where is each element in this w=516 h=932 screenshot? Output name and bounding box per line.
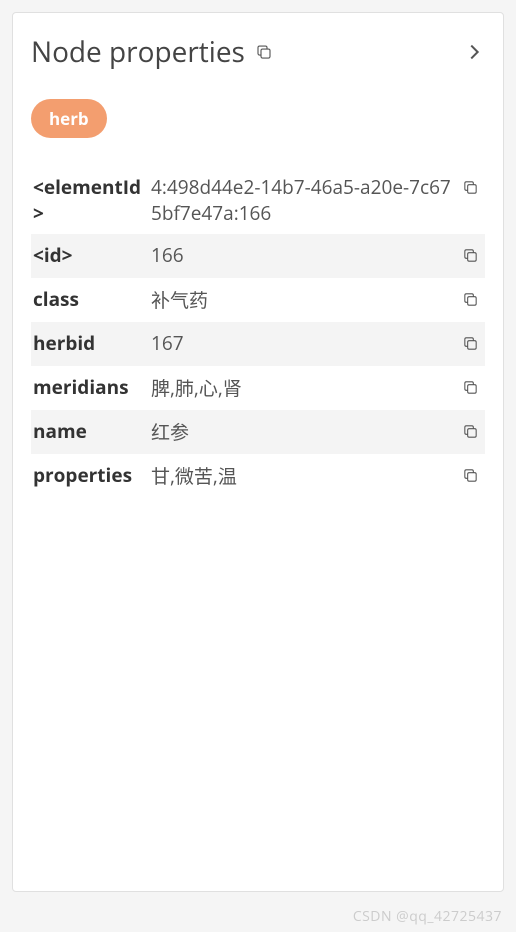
property-key: class	[33, 286, 151, 312]
copy-icon[interactable]	[462, 374, 479, 402]
property-key: name	[33, 418, 151, 444]
copy-icon[interactable]	[462, 462, 479, 490]
panel-title: Node properties	[31, 33, 245, 71]
panel-header: Node properties	[31, 33, 485, 71]
property-value: 167	[151, 330, 462, 356]
property-value: 甘,微苦,温	[151, 462, 462, 489]
copy-icon[interactable]	[462, 242, 479, 270]
property-key: meridians	[33, 374, 151, 400]
property-row: meridians脾,肺,心,肾	[31, 366, 485, 410]
property-row: herbid167	[31, 322, 485, 366]
property-value: 补气药	[151, 286, 462, 313]
labels-row: herb	[31, 99, 485, 166]
property-key: <elementId>	[33, 174, 151, 226]
property-value: 4:498d44e2-14b7-46a5-a20e-7c675bf7e47a:1…	[151, 174, 462, 226]
copy-icon[interactable]	[255, 43, 273, 61]
property-key: properties	[33, 462, 151, 488]
node-properties-panel: Node properties herb <elementId>4:498d44…	[12, 12, 504, 892]
chevron-right-icon[interactable]	[463, 41, 485, 63]
copy-icon[interactable]	[462, 174, 479, 202]
property-value: 红参	[151, 418, 462, 445]
watermark: CSDN @qq_42725437	[353, 907, 502, 926]
copy-icon[interactable]	[462, 330, 479, 358]
property-key: herbid	[33, 330, 151, 356]
property-row: <id>166	[31, 234, 485, 278]
property-value: 166	[151, 242, 462, 268]
property-row: class补气药	[31, 278, 485, 322]
property-value: 脾,肺,心,肾	[151, 374, 462, 401]
copy-icon[interactable]	[462, 418, 479, 446]
property-row: name红参	[31, 410, 485, 454]
label-badge[interactable]: herb	[31, 99, 107, 138]
copy-icon[interactable]	[462, 286, 479, 314]
property-row: <elementId>4:498d44e2-14b7-46a5-a20e-7c6…	[31, 166, 485, 234]
properties-table: <elementId>4:498d44e2-14b7-46a5-a20e-7c6…	[31, 166, 485, 498]
property-key: <id>	[33, 242, 151, 268]
property-row: properties甘,微苦,温	[31, 454, 485, 498]
header-left: Node properties	[31, 33, 273, 71]
